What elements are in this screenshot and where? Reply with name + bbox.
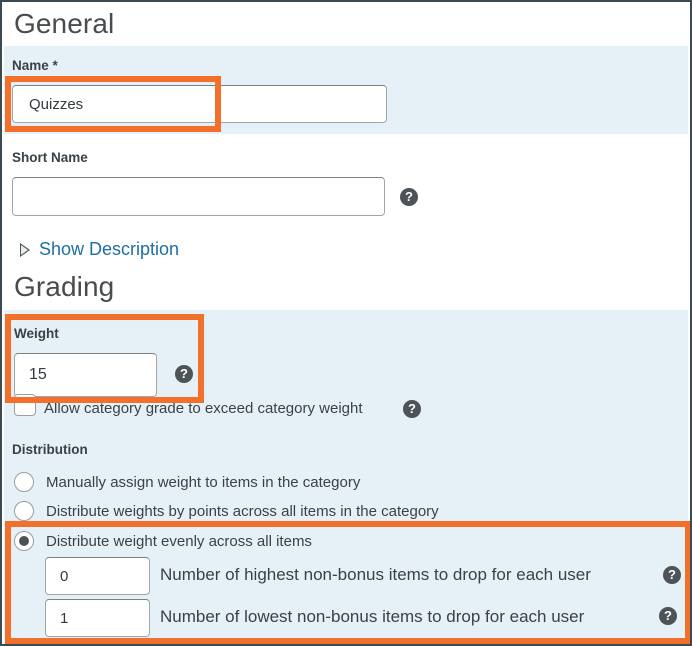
radio-icon-selected — [14, 531, 34, 551]
name-input[interactable] — [12, 85, 387, 123]
distribution-option-evenly[interactable]: Distribute weight evenly across all item… — [14, 531, 312, 551]
name-label: Name * — [12, 58, 58, 73]
drop-highest-input[interactable] — [45, 557, 150, 595]
help-icon[interactable]: ? — [175, 365, 193, 383]
weight-input[interactable] — [14, 353, 157, 397]
drop-highest-description: Number of highest non-bonus items to dro… — [160, 565, 591, 585]
distribution-label: Distribution — [12, 442, 88, 457]
distribution-option-by-points[interactable]: Distribute weights by points across all … — [14, 501, 439, 521]
drop-lowest-input[interactable] — [45, 599, 150, 637]
drop-lowest-description: Number of lowest non-bonus items to drop… — [160, 607, 584, 627]
help-icon[interactable]: ? — [659, 607, 677, 625]
distribution-option-label: Distribute weight evenly across all item… — [46, 533, 312, 550]
settings-form-page: General Name * Short Name ? Show Descrip… — [0, 0, 692, 646]
show-description-toggle[interactable]: Show Description — [20, 239, 179, 260]
help-icon[interactable]: ? — [403, 400, 421, 418]
page-title-grading: Grading — [14, 271, 114, 303]
page-title-general: General — [14, 8, 114, 40]
distribution-option-manual[interactable]: Manually assign weight to items in the c… — [14, 472, 360, 492]
allow-exceed-label: Allow category grade to exceed category … — [44, 400, 363, 417]
help-icon[interactable]: ? — [663, 566, 681, 584]
weight-label: Weight — [14, 326, 59, 341]
distribution-option-label: Distribute weights by points across all … — [46, 503, 439, 520]
short-name-input[interactable] — [12, 177, 385, 216]
show-description-label: Show Description — [39, 239, 179, 260]
short-name-label: Short Name — [12, 150, 88, 165]
radio-icon — [14, 501, 34, 521]
help-icon[interactable]: ? — [400, 188, 418, 206]
triangle-right-icon — [20, 243, 30, 257]
allow-exceed-checkbox[interactable] — [14, 394, 36, 416]
radio-icon — [14, 472, 34, 492]
distribution-option-label: Manually assign weight to items in the c… — [46, 474, 360, 491]
